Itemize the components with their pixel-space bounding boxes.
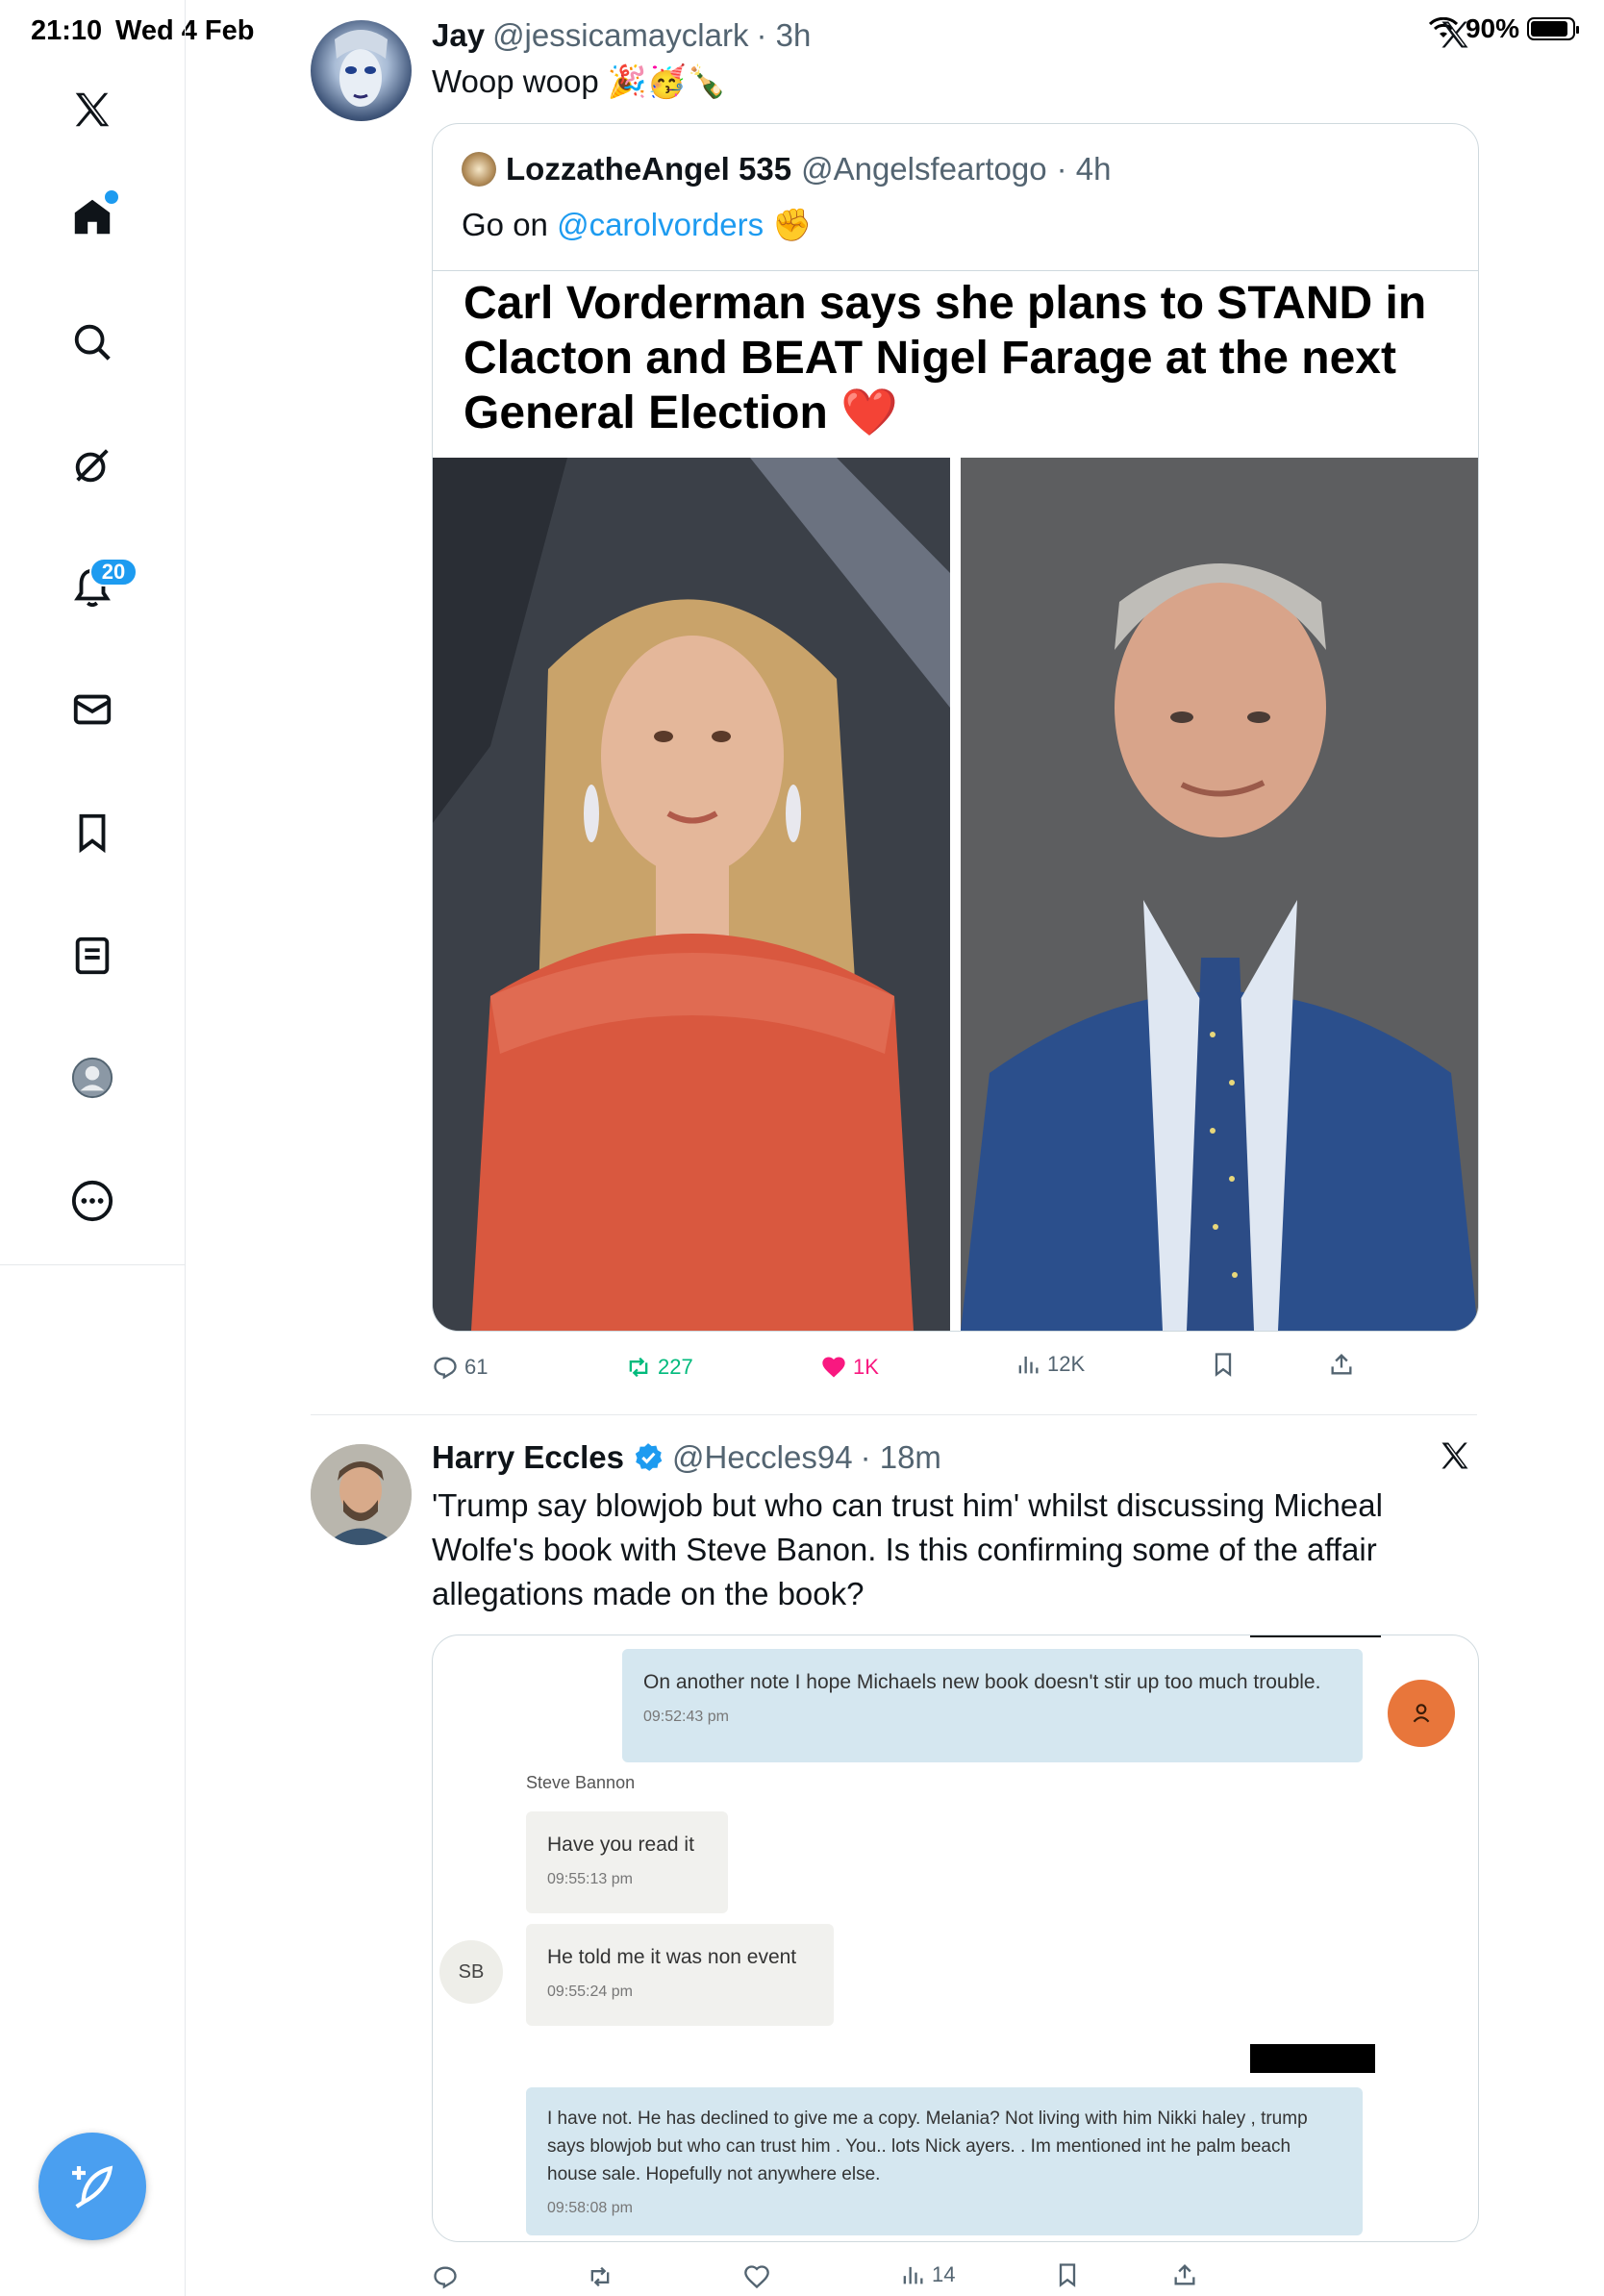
verified-badge-icon xyxy=(635,1443,663,1471)
author-name[interactable]: Jay xyxy=(432,17,485,54)
like-button[interactable]: 1K xyxy=(820,1354,879,1381)
home-unread-dot xyxy=(103,188,120,206)
messages-icon[interactable] xyxy=(63,680,122,739)
profile-icon[interactable] xyxy=(63,1048,122,1108)
like-button[interactable] xyxy=(743,2263,770,2290)
tweet-header: Harry Eccles @Heccles94 · 18m xyxy=(432,1439,941,1476)
sender-initials-avatar: SB xyxy=(439,1940,503,2004)
mention-link[interactable]: @carolvorders xyxy=(557,207,764,242)
like-count: 1K xyxy=(853,1355,879,1379)
tweet-header: Jay @jessicamayclark · 3h xyxy=(432,17,811,54)
tweet-text: Woop woop 🎉🥳🍾 xyxy=(432,63,727,99)
quoted-tweet[interactable]: LozzatheAngel 535 @Angelsfeartogo · 4h G… xyxy=(432,123,1479,1332)
lists-icon[interactable] xyxy=(63,926,122,986)
quote-text-prefix: Go on xyxy=(462,207,558,242)
share-icon xyxy=(1331,1354,1352,1375)
sidebar-divider xyxy=(0,1264,185,1265)
heart-icon xyxy=(744,2265,769,2289)
x-logo-icon[interactable] xyxy=(63,80,122,139)
chat-message-time: 09:55:13 pm xyxy=(547,1871,633,1887)
quote-header: LozzatheAngel 535 @Angelsfeartogo · 4h xyxy=(462,151,1111,187)
close-icon[interactable] xyxy=(1438,17,1472,52)
view-count: 12K xyxy=(1047,1352,1086,1376)
x-logo-icon[interactable] xyxy=(1438,1438,1472,1473)
tweet-text: 'Trump say blowjob but who can trust him… xyxy=(432,1487,1383,1611)
avatar[interactable] xyxy=(311,20,412,121)
compose-icon xyxy=(72,2165,113,2209)
battery-percent: 90% xyxy=(1465,13,1519,43)
reply-button[interactable]: 61 xyxy=(432,1354,488,1381)
reply-button[interactable] xyxy=(432,2263,459,2290)
chat-message-text: He told me it was non event xyxy=(547,1946,797,1968)
reply-count: 61 xyxy=(464,1355,489,1379)
grok-icon[interactable] xyxy=(63,436,122,495)
more-icon[interactable] xyxy=(63,1171,122,1231)
repost-button[interactable]: 227 xyxy=(625,1354,693,1381)
sidebar-nav: 20 xyxy=(0,0,186,2296)
repost-button[interactable] xyxy=(587,2263,614,2290)
quote-divider xyxy=(433,270,1478,271)
heart-icon xyxy=(822,1357,845,1378)
user-avatar-icon xyxy=(1388,1680,1455,1747)
share-icon xyxy=(1174,2264,1195,2285)
redaction-bar xyxy=(1250,1635,1381,1637)
chat-message: He told me it was non event 09:55:24 pm xyxy=(526,1924,834,2026)
chat-message: I have not. He has declined to give me a… xyxy=(526,2087,1363,2235)
chat-message-time: 09:52:43 pm xyxy=(643,1709,729,1725)
bookmark-button[interactable] xyxy=(1210,1351,1237,1378)
views-icon xyxy=(1018,1356,1039,1374)
tweet-divider xyxy=(311,1414,1477,1415)
tweet-image-left[interactable] xyxy=(433,458,950,1331)
battery-icon xyxy=(1527,17,1579,40)
bookmark-icon xyxy=(1059,2263,1076,2287)
view-count: 14 xyxy=(932,2262,956,2286)
repost-icon xyxy=(629,1357,648,1378)
views-button[interactable]: 12K xyxy=(1015,1351,1085,1378)
chat-message: On another note I hope Michaels new book… xyxy=(622,1649,1363,1762)
quote-time[interactable]: · 4h xyxy=(1057,151,1112,187)
search-icon[interactable] xyxy=(63,312,122,372)
share-button[interactable] xyxy=(1171,2261,1198,2288)
tweet-time[interactable]: · 18m xyxy=(861,1439,941,1476)
views-icon xyxy=(903,2266,923,2284)
chat-sender-name: Steve Bannon xyxy=(526,1773,636,1792)
bookmark-icon xyxy=(1215,1353,1232,1377)
tweet-time[interactable]: · 3h xyxy=(756,17,811,54)
reply-icon xyxy=(434,1357,457,1380)
tweet-image-chat-screenshot[interactable]: On another note I hope Michaels new book… xyxy=(432,1635,1479,2242)
chat-message-text: On another note I hope Michaels new book… xyxy=(643,1671,1321,1693)
quote-text-suffix: ✊ xyxy=(764,207,813,242)
chat-message: Have you read it 09:55:13 pm xyxy=(526,1811,728,1913)
author-name[interactable]: Harry Eccles xyxy=(432,1439,624,1476)
chat-message-text: I have not. He has declined to give me a… xyxy=(547,2109,1308,2184)
redaction-bar xyxy=(1250,2044,1375,2073)
image-headline: Carl Vorderman says she plans to STAND i… xyxy=(464,278,1427,438)
quote-author-handle[interactable]: @Angelsfeartogo xyxy=(801,151,1047,187)
chat-message-text: Have you read it xyxy=(547,1834,694,1856)
bookmarks-icon[interactable] xyxy=(63,803,122,862)
quote-author-name[interactable]: LozzatheAngel 535 xyxy=(506,151,791,187)
repost-count: 227 xyxy=(658,1355,693,1379)
chat-message-time: 09:55:24 pm xyxy=(547,1984,633,2000)
notification-count-badge: 20 xyxy=(89,558,138,586)
share-button[interactable] xyxy=(1328,1351,1355,1378)
avatar[interactable] xyxy=(311,1444,412,1545)
quote-avatar[interactable] xyxy=(462,152,496,187)
compose-button[interactable] xyxy=(38,2133,146,2240)
tweet-image-right[interactable] xyxy=(961,458,1478,1331)
chat-message-time: 09:58:08 pm xyxy=(547,2200,633,2216)
views-button[interactable]: 14 xyxy=(899,2261,955,2288)
author-handle[interactable]: @Heccles94 xyxy=(672,1439,853,1476)
quote-text: Go on @carolvorders ✊ xyxy=(462,207,812,244)
author-handle[interactable]: @jessicamayclark xyxy=(492,17,748,54)
bookmark-button[interactable] xyxy=(1054,2261,1081,2288)
repost-icon xyxy=(590,2266,610,2287)
reply-icon xyxy=(434,2266,457,2289)
